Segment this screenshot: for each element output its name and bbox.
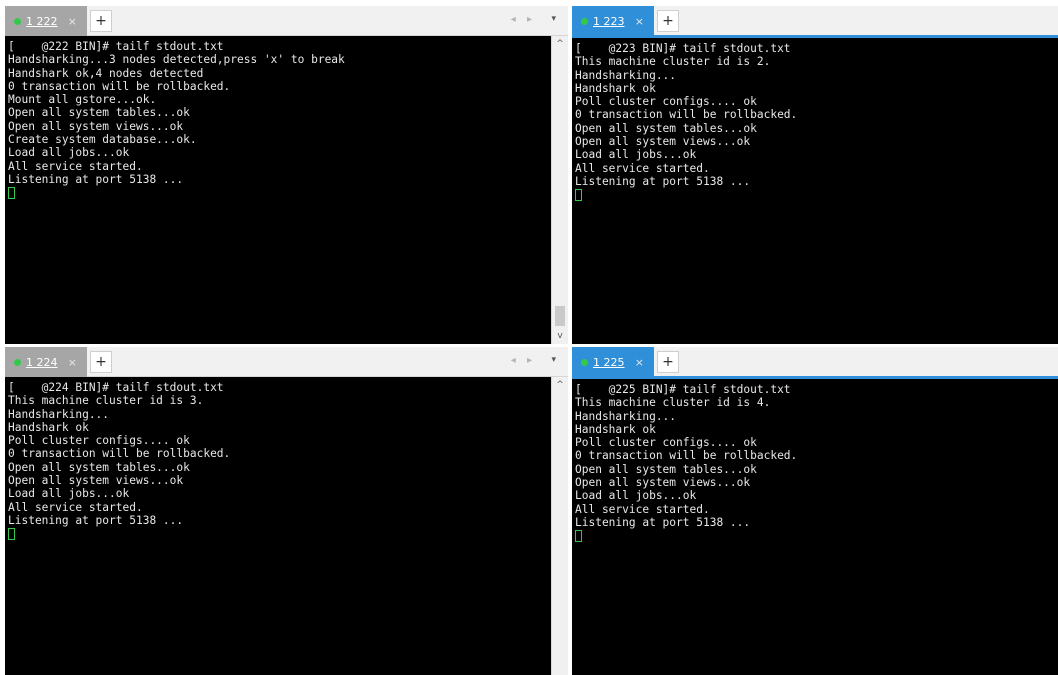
terminal-line: Mount all gstore...ok. — [8, 93, 157, 107]
tab-bar: 1 222 × + ◂ ▸ ▾ — [5, 6, 568, 36]
terminal-line: Load all jobs...ok — [575, 148, 697, 162]
close-icon[interactable]: × — [635, 15, 644, 28]
terminal-line: All service started. — [8, 500, 143, 514]
terminal-line: Open all system tables...ok — [8, 460, 190, 474]
terminal-line: Handsharking... — [575, 409, 677, 423]
terminal-line: Create system database...ok. — [8, 133, 197, 147]
terminal-line: Load all jobs...ok — [8, 146, 130, 160]
terminal-line: Open all system tables...ok — [575, 462, 757, 476]
terminal-line: Handshark ok — [8, 420, 89, 434]
terminal-line: All service started. — [575, 502, 710, 516]
terminal-line: Handsharking... — [575, 68, 677, 82]
tab-menu-dropdown-icon[interactable]: ▾ — [551, 355, 556, 365]
terminal-line: 0 transaction will be rollbacked. — [575, 449, 798, 463]
session-tab-label: 1 225 — [593, 355, 625, 369]
terminal-output[interactable]: [ @222 BIN]# tailf stdout.txt Handsharkin… — [5, 36, 551, 344]
terminal-grid: 1 222 × + ◂ ▸ ▾ [ @222 BIN]# tailf stdout.txt… — [0, 0, 1058, 675]
terminal-line: Listening at port 5138 ... — [575, 515, 751, 529]
terminal-line: Poll cluster configs.... ok — [575, 95, 757, 109]
terminal-prompt-line — [8, 186, 551, 200]
session-tab[interactable]: 1 224 × — [5, 347, 87, 377]
terminal-line: Open all system views...ok — [8, 119, 184, 133]
tab-scroll-arrows-icon[interactable]: ◂ ▸ — [511, 14, 536, 25]
terminal-line: Handsharking... — [8, 407, 110, 421]
terminal-line: Listening at port 5138 ... — [8, 513, 184, 527]
terminal-line: Handshark ok — [575, 81, 656, 95]
status-dot-icon — [14, 17, 21, 25]
cursor-icon — [575, 530, 582, 543]
terminal-prompt-line — [575, 188, 1058, 202]
add-tab-button[interactable]: + — [657, 351, 679, 373]
tab-menu-dropdown-icon[interactable]: ▾ — [551, 14, 556, 24]
terminal-line: All service started. — [575, 161, 710, 175]
terminal-line: 0 transaction will be rollbacked. — [575, 108, 798, 122]
close-icon[interactable]: × — [68, 356, 77, 369]
terminal-line: This machine cluster id is 4. — [575, 396, 771, 410]
terminal-pane-2: 1 223 × + [ @223 BIN]# tailf stdout.txt This… — [572, 6, 1058, 344]
tab-bar: 1 225 × + — [572, 347, 1058, 379]
vertical-scrollbar[interactable]: ^ — [551, 377, 568, 675]
terminal-line: 0 transaction will be rollbacked. — [8, 447, 231, 461]
add-tab-button[interactable]: + — [90, 10, 112, 32]
terminal-line: Handshark ok — [575, 422, 656, 436]
tab-bar: 1 224 × + ◂ ▸ ▾ — [5, 347, 568, 377]
terminal-line: Listening at port 5138 ... — [8, 172, 184, 186]
terminal-prompt-line — [575, 529, 1058, 543]
close-icon[interactable]: × — [635, 356, 644, 369]
terminal-pane-4: 1 225 × + [ @225 BIN]# tailf stdout.txt This… — [572, 347, 1058, 675]
vertical-scrollbar[interactable]: ^ v — [551, 36, 568, 344]
cursor-icon — [575, 189, 582, 202]
terminal-line: Open all system tables...ok — [575, 121, 757, 135]
cursor-icon — [8, 187, 15, 200]
session-tab-label: 1 223 — [593, 14, 625, 28]
terminal-line: Poll cluster configs.... ok — [575, 436, 757, 450]
close-icon[interactable]: × — [68, 15, 77, 28]
terminal-line: Handsharking...3 nodes detected,press 'x… — [8, 53, 345, 67]
cursor-icon — [8, 528, 15, 541]
session-tab[interactable]: 1 225 × — [572, 347, 654, 377]
add-tab-button[interactable]: + — [657, 10, 679, 32]
terminal-line: Handshark ok,4 nodes detected — [8, 66, 204, 80]
terminal-line: Open all system views...ok — [8, 474, 184, 488]
terminal-output[interactable]: [ @223 BIN]# tailf stdout.txt This machin… — [572, 38, 1058, 344]
scroll-down-icon[interactable]: v — [552, 328, 568, 344]
add-tab-button[interactable]: + — [90, 351, 112, 373]
terminal-line: Poll cluster configs.... ok — [8, 434, 190, 448]
session-tab-label: 1 222 — [26, 14, 58, 28]
terminal-prompt-line — [8, 527, 551, 541]
terminal-line: Open all system views...ok — [575, 476, 751, 490]
terminal-line: [ @223 BIN]# tailf stdout.txt — [575, 42, 791, 55]
scroll-up-icon[interactable]: ^ — [552, 377, 568, 393]
terminal-line: [ @225 BIN]# tailf stdout.txt — [575, 383, 791, 396]
terminal-line: [ @222 BIN]# tailf stdout.txt — [8, 40, 224, 53]
terminal-line: 0 transaction will be rollbacked. — [8, 79, 231, 93]
scroll-up-icon[interactable]: ^ — [552, 36, 568, 52]
terminal-line: [ @224 BIN]# tailf stdout.txt — [8, 381, 224, 394]
terminal-line: This machine cluster id is 3. — [8, 394, 204, 408]
session-tab-label: 1 224 — [26, 355, 58, 369]
status-dot-icon — [581, 358, 588, 366]
terminal-line: Open all system tables...ok — [8, 106, 190, 120]
terminal-line: Open all system views...ok — [575, 135, 751, 149]
status-dot-icon — [14, 358, 21, 366]
terminal-output[interactable]: [ @225 BIN]# tailf stdout.txt This machin… — [572, 379, 1058, 675]
status-dot-icon — [581, 17, 588, 25]
scroll-thumb[interactable] — [555, 306, 565, 326]
session-tab[interactable]: 1 223 × — [572, 6, 654, 36]
tab-scroll-arrows-icon[interactable]: ◂ ▸ — [511, 355, 536, 366]
terminal-pane-3: 1 224 × + ◂ ▸ ▾ [ @224 BIN]# tailf stdout.txt… — [5, 347, 568, 675]
terminal-output[interactable]: [ @224 BIN]# tailf stdout.txt This machin… — [5, 377, 551, 675]
terminal-line: Load all jobs...ok — [575, 489, 697, 503]
terminal-line: Listening at port 5138 ... — [575, 174, 751, 188]
tab-bar: 1 223 × + — [572, 6, 1058, 38]
terminal-line: This machine cluster id is 2. — [575, 55, 771, 69]
terminal-line: All service started. — [8, 159, 143, 173]
terminal-line: Load all jobs...ok — [8, 487, 130, 501]
terminal-pane-1: 1 222 × + ◂ ▸ ▾ [ @222 BIN]# tailf stdout.txt… — [5, 6, 568, 344]
session-tab[interactable]: 1 222 × — [5, 6, 87, 36]
